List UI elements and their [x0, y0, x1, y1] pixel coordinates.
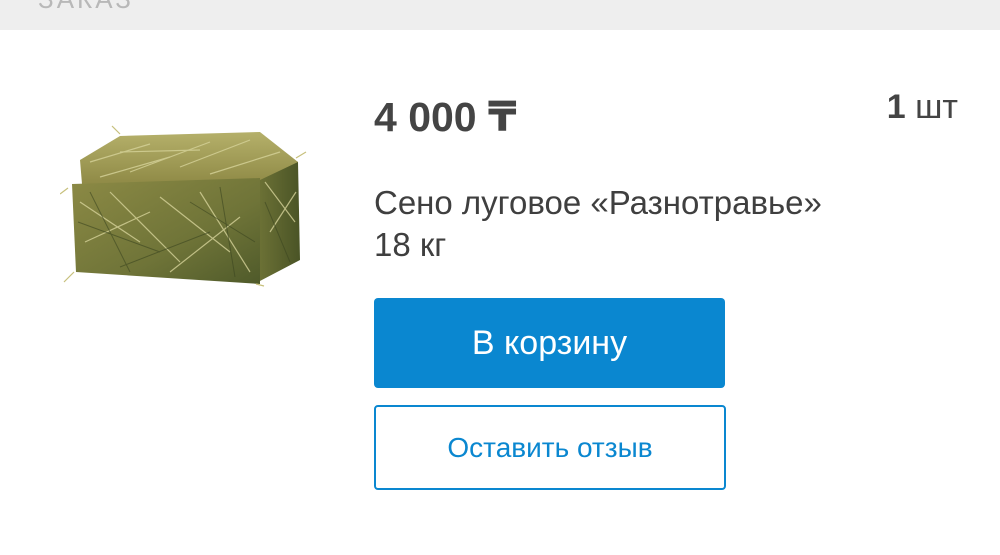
product-weight: 18 кг	[374, 226, 447, 263]
product-price: 4 000 ₸	[374, 94, 517, 140]
leave-review-button[interactable]: Оставить отзыв	[374, 405, 726, 490]
quantity-unit: шт	[915, 88, 958, 126]
product-name-line1: Сено луговое «Разнотравье»	[374, 184, 822, 221]
top-bar: ЗАКАЗ	[0, 0, 1000, 30]
hay-bale-image	[60, 125, 307, 287]
top-bar-label: ЗАКАЗ	[38, 0, 134, 15]
leave-review-label: Оставить отзыв	[447, 431, 653, 463]
add-to-cart-label: В корзину	[471, 323, 628, 362]
quantity-number: 1	[886, 88, 906, 126]
product-name: Сено луговое «Разнотравье» 18 кг	[374, 182, 934, 266]
add-to-cart-button[interactable]: В корзину	[374, 298, 725, 388]
product-quantity: 1 шт	[887, 88, 958, 127]
